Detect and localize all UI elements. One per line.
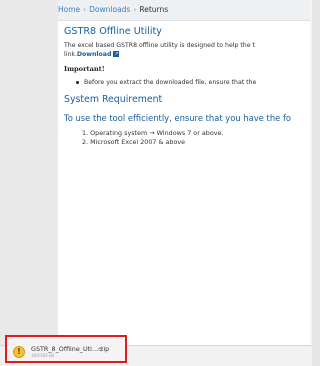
external-link-icon[interactable]: ↗	[113, 51, 120, 57]
breadcrumb-separator: ›	[133, 5, 137, 14]
system-requirement-title: System Requirement	[64, 94, 163, 105]
bullet-dot-icon	[76, 80, 79, 84]
bullet-text: Before you extract the downloaded file, …	[84, 79, 257, 86]
page-title: GSTR8 Offline Utility	[64, 26, 162, 37]
warning-icon: !	[13, 346, 25, 358]
description-line-2: link.Download ↗	[64, 50, 312, 59]
description-prefix: link.	[64, 51, 77, 58]
breadcrumb-current: Returns	[139, 5, 169, 14]
requirement-item: 2. Microsoft Excel 2007 & above	[82, 138, 186, 146]
download-size: 160/160 kB	[31, 353, 54, 358]
download-item[interactable]: ! GSTR_8_Offline_Uti....zip 160/160 kB ^	[5, 335, 127, 363]
breadcrumb-home[interactable]: Home	[58, 5, 80, 14]
left-gutter	[0, 0, 58, 345]
requirement-list: 1. Operating system → Windows 7 or above…	[82, 129, 312, 147]
download-link[interactable]: Download	[77, 51, 112, 58]
breadcrumb: Home › Downloads › Returns	[58, 0, 312, 21]
description-line-1: The excel based GSTR8 offline utility is…	[64, 42, 255, 49]
important-label: Important!	[64, 65, 105, 73]
web-page: Home › Downloads › Returns GSTR8 Offline Uti…	[58, 0, 312, 345]
chevron-up-icon[interactable]: ^	[97, 347, 103, 355]
main-content: GSTR8 Offline Utility The excel based GS…	[64, 24, 312, 147]
breadcrumb-downloads[interactable]: Downloads	[89, 5, 130, 14]
system-requirement-subtitle: To use the tool efficiently, ensure that…	[64, 113, 292, 123]
bullet-item: Before you extract the downloaded file, …	[76, 79, 312, 86]
description: The excel based GSTR8 offline utility is…	[64, 41, 312, 59]
breadcrumb-separator: ›	[83, 5, 87, 14]
page-scrollbar[interactable]	[310, 0, 312, 345]
requirement-item: 1. Operating system → Windows 7 or above…	[82, 129, 224, 137]
